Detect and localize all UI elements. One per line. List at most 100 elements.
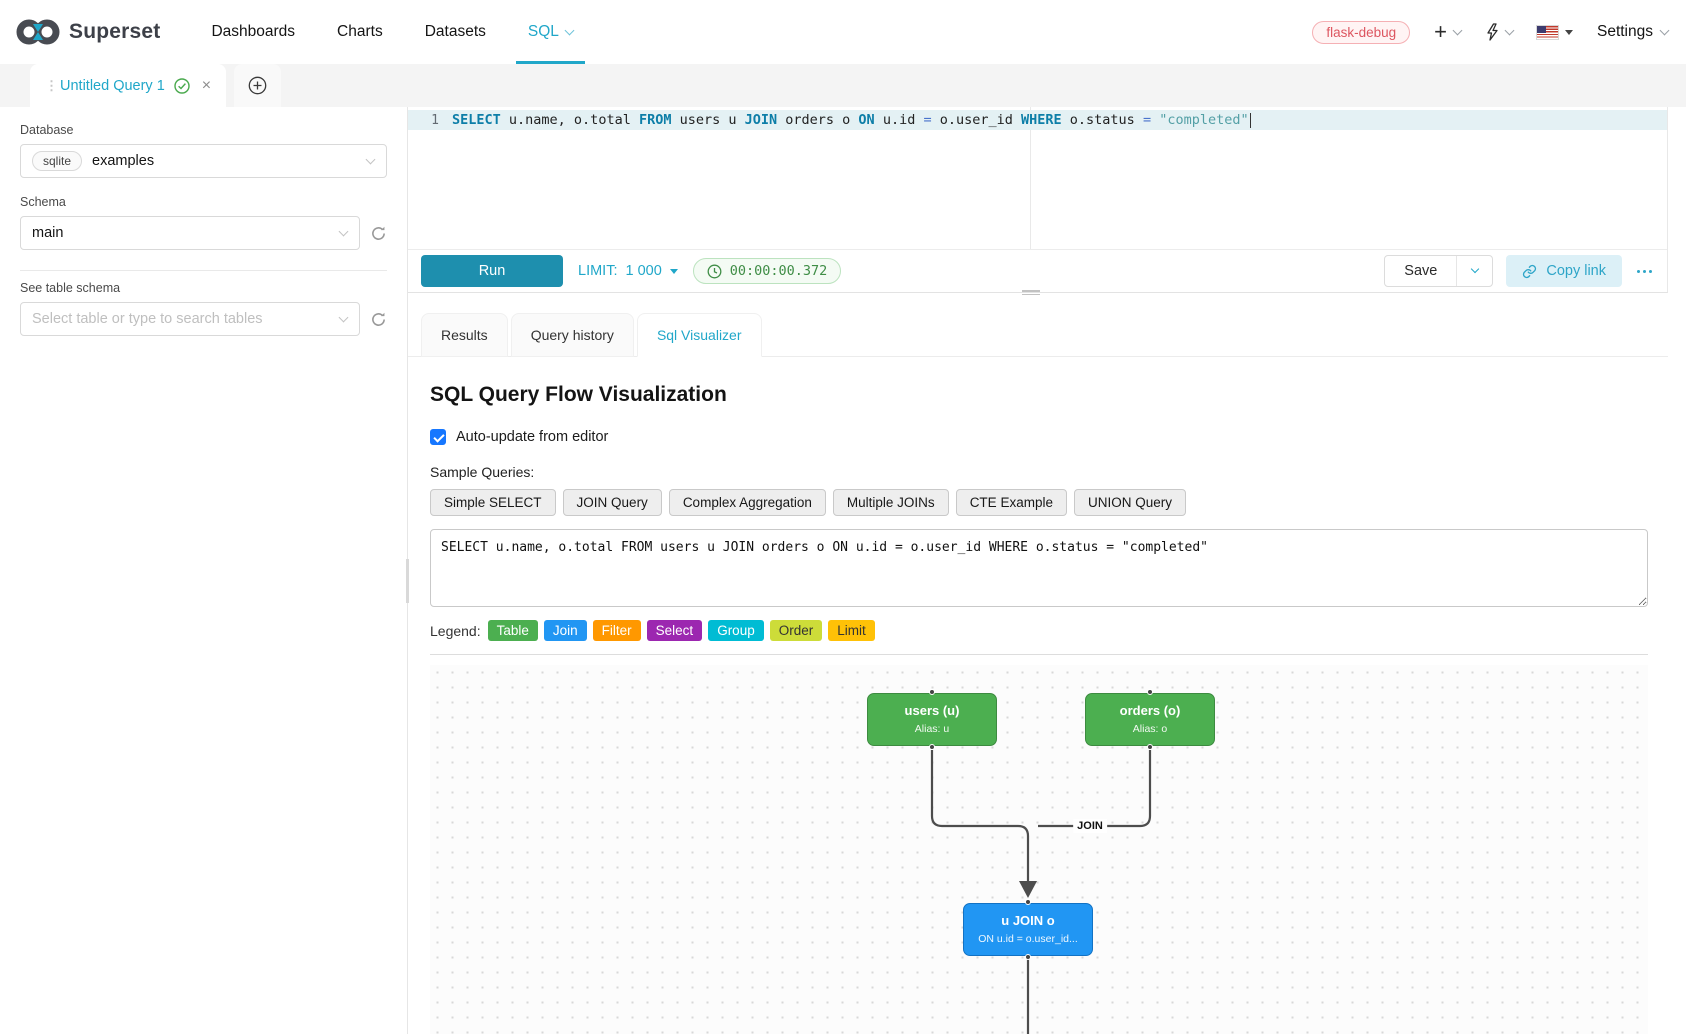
node-subtitle: Alias: u [874, 723, 990, 735]
database-select[interactable]: sqlite examples [20, 144, 387, 178]
legend-badge-order: Order [770, 620, 823, 641]
database-label: Database [20, 123, 387, 137]
refresh-schemas-button[interactable] [370, 225, 387, 242]
drag-dots-icon[interactable]: ⋮ [45, 83, 51, 89]
settings-menu[interactable]: Settings [1597, 23, 1668, 41]
content-divider [430, 654, 1648, 655]
node-title: users (u) [874, 703, 990, 718]
limit-value: 1 000 [625, 263, 661, 279]
query-search-menu[interactable] [1485, 23, 1513, 41]
sqllab-sidebar: Database sqlite examples Schema main See [0, 107, 408, 1034]
auto-update-checkbox[interactable] [430, 429, 446, 445]
us-flag-icon [1537, 26, 1558, 39]
text-cursor [1250, 113, 1252, 128]
node-subtitle: ON u.id = o.user_id... [970, 933, 1086, 945]
legend-badge-filter: Filter [593, 620, 641, 641]
run-button[interactable]: Run [421, 255, 563, 287]
line-number: 1 [408, 113, 452, 128]
nav-item-datasets[interactable]: Datasets [404, 0, 507, 64]
link-icon [1522, 264, 1537, 279]
node-handle[interactable] [1147, 744, 1153, 750]
save-split-button: Save [1384, 255, 1493, 287]
sample-query-button-join-query[interactable]: JOIN Query [563, 489, 662, 516]
flow-node-orders[interactable]: orders (o)Alias: o [1085, 693, 1215, 746]
chevron-down-icon [564, 25, 574, 35]
sql-editor[interactable]: 1 SELECT u.name, o.total FROM users u JO… [408, 107, 1667, 250]
database-select-value: examples [92, 153, 154, 169]
check-circle-icon [174, 78, 190, 94]
tab-results[interactable]: Results [421, 313, 508, 357]
more-actions-button[interactable] [1635, 266, 1654, 277]
query-tab-active[interactable]: ⋮ Untitled Query 1 × [30, 64, 226, 107]
chevron-down-icon [1471, 265, 1479, 273]
clock-icon [707, 264, 722, 279]
database-engine-badge: sqlite [32, 151, 82, 171]
sample-query-button-multiple-joins[interactable]: Multiple JOINs [833, 489, 949, 516]
query-timer: 00:00:00.372 [693, 258, 842, 284]
sample-query-button-cte-example[interactable]: CTE Example [956, 489, 1067, 516]
add-tab-icon [248, 76, 267, 95]
legend-badge-group: Group [708, 620, 764, 641]
save-options-button[interactable] [1456, 256, 1492, 286]
tab-sql-visualizer[interactable]: Sql Visualizer [637, 313, 762, 357]
node-handle[interactable] [929, 689, 935, 695]
schema-label: Schema [20, 195, 387, 209]
brand-name: Superset [69, 20, 160, 44]
chevron-down-icon [339, 312, 349, 322]
superset-brand[interactable]: Superset [16, 17, 160, 47]
flow-node-join[interactable]: u JOIN o ON u.id = o.user_id... [963, 903, 1093, 956]
sidebar-divider [20, 270, 387, 271]
sample-query-button-complex-aggregation[interactable]: Complex Aggregation [669, 489, 826, 516]
legend-badges: TableJoinFilterSelectGroupOrderLimit [488, 620, 875, 641]
flow-canvas[interactable]: JOIN users (u) Alias: u orders (o)Alias: o… [430, 665, 1648, 1034]
main-panel: 1 SELECT u.name, o.total FROM users u JO… [408, 107, 1686, 1034]
sample-queries-label: Sample Queries: [430, 464, 1648, 480]
plus-icon: + [1434, 21, 1447, 43]
nav-right: flask-debug + Settings [1312, 21, 1668, 44]
nav-item-dashboards[interactable]: Dashboards [190, 0, 316, 64]
sample-query-button-union-query[interactable]: UNION Query [1074, 489, 1186, 516]
chevron-down-icon [1505, 25, 1515, 35]
node-handle[interactable] [929, 744, 935, 750]
node-handle[interactable] [1025, 954, 1031, 960]
language-picker[interactable] [1537, 26, 1573, 39]
limit-dropdown[interactable]: LIMIT: 1 000 [578, 263, 678, 279]
sample-query-button-simple-select[interactable]: Simple SELECT [430, 489, 556, 516]
legend-label: Legend: [430, 623, 481, 639]
flow-node-users[interactable]: users (u) Alias: u [867, 693, 997, 746]
tab-query-history[interactable]: Query history [511, 313, 634, 357]
table-select-placeholder: Select table or type to search tables [32, 311, 263, 327]
chevron-down-icon [339, 226, 349, 236]
copy-link-button[interactable]: Copy link [1506, 255, 1622, 287]
refresh-tables-button[interactable] [370, 311, 387, 328]
editor-toolbar: Run LIMIT: 1 000 00:00:00.372 Save [408, 250, 1667, 292]
superset-logo [16, 17, 60, 47]
node-subtitle: Alias: o [1092, 723, 1208, 735]
editor-active-line: 1 SELECT u.name, o.total FROM users u JO… [408, 110, 1667, 130]
table-select[interactable]: Select table or type to search tables [20, 302, 360, 336]
legend: Legend: TableJoinFilterSelectGroupOrderL… [430, 620, 1648, 641]
add-query-tab-button[interactable] [234, 64, 281, 107]
query-tab-strip: ⋮ Untitled Query 1 × [0, 64, 1686, 107]
workspace: Database sqlite examples Schema main See [0, 107, 1686, 1034]
node-handle[interactable] [1025, 899, 1031, 905]
node-handle[interactable] [1147, 689, 1153, 695]
refresh-icon [370, 311, 387, 328]
save-button[interactable]: Save [1385, 256, 1456, 286]
legend-badge-join: Join [544, 620, 587, 641]
nav-item-charts[interactable]: Charts [316, 0, 404, 64]
node-title: u JOIN o [970, 913, 1086, 928]
schema-select[interactable]: main [20, 216, 360, 250]
legend-badge-limit: Limit [828, 620, 875, 641]
join-edge-label: JOIN [1073, 819, 1107, 833]
sql-editor-pane: 1 SELECT u.name, o.total FROM users u JO… [408, 107, 1668, 293]
close-icon[interactable]: × [202, 77, 211, 95]
chevron-down-icon [1660, 25, 1670, 35]
sql-input-textarea[interactable]: SELECT u.name, o.total FROM users u JOIN… [430, 529, 1648, 607]
chevron-down-icon [1453, 25, 1463, 35]
sql-code-line: SELECT u.name, o.total FROM users u JOIN… [452, 112, 1251, 128]
pane-resize-handle[interactable] [1022, 290, 1040, 295]
nav-item-sql[interactable]: SQL [507, 0, 594, 64]
new-item-menu[interactable]: + [1434, 21, 1461, 43]
result-tabs: Results Query history Sql Visualizer [408, 313, 1668, 357]
